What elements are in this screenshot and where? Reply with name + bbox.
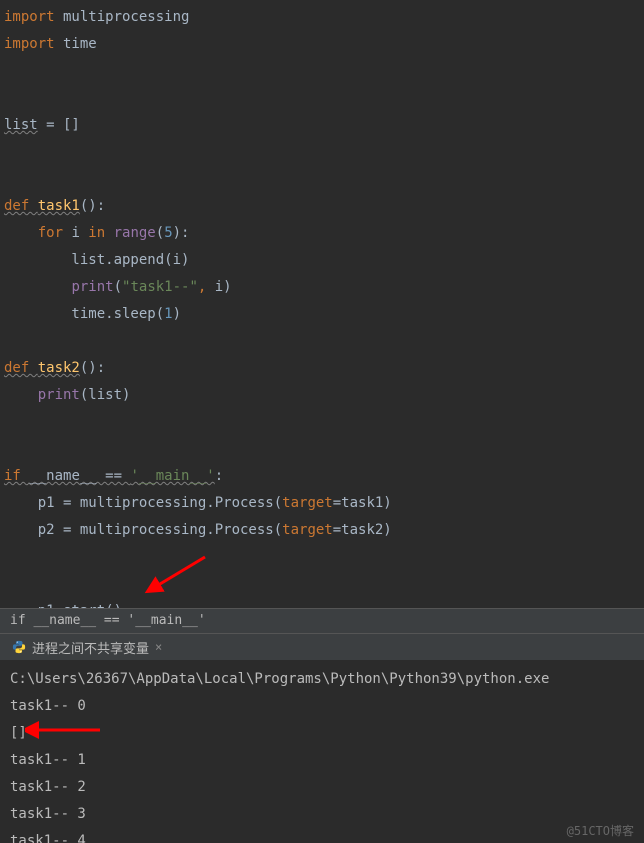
code-token: list bbox=[4, 112, 38, 139]
code-token: multiprocessing bbox=[55, 4, 190, 31]
code-line[interactable] bbox=[0, 328, 644, 355]
code-token: (list) bbox=[80, 382, 131, 409]
console-line: [] bbox=[10, 720, 634, 747]
code-token: i) bbox=[215, 274, 232, 301]
breadcrumb-text: if __name__ == '__main__' bbox=[10, 613, 206, 628]
code-line[interactable]: list = [] bbox=[0, 112, 644, 139]
code-line[interactable]: import time bbox=[0, 31, 644, 58]
code-token: = [] bbox=[38, 112, 80, 139]
code-token: range bbox=[114, 220, 156, 247]
code-token: in bbox=[88, 220, 113, 247]
code-line[interactable] bbox=[0, 85, 644, 112]
code-token: : bbox=[215, 463, 223, 490]
code-token: ( bbox=[114, 274, 122, 301]
code-line[interactable] bbox=[0, 58, 644, 85]
console-line: task1-- 2 bbox=[10, 774, 634, 801]
console-tab-bar: 进程之间不共享变量 × bbox=[0, 634, 644, 660]
console-line: C:\Users\26367\AppData\Local\Programs\Py… bbox=[10, 666, 634, 693]
code-line[interactable]: list.append(i) bbox=[0, 247, 644, 274]
code-token: import bbox=[4, 31, 55, 58]
code-token: "task1--" bbox=[122, 274, 198, 301]
code-token: ): bbox=[173, 220, 190, 247]
code-token: p2 = multiprocessing.Process( bbox=[4, 517, 282, 544]
code-token: =task1) bbox=[333, 490, 392, 517]
code-token: 5 bbox=[164, 220, 172, 247]
code-line[interactable] bbox=[0, 571, 644, 598]
console-line: task1-- 4 bbox=[10, 828, 634, 843]
code-line[interactable]: if __name__ == '__main__': bbox=[0, 463, 644, 490]
code-token bbox=[4, 382, 38, 409]
python-icon bbox=[12, 640, 26, 654]
code-token: i bbox=[71, 220, 88, 247]
code-token: target bbox=[282, 490, 333, 517]
code-token: p1 = multiprocessing.Process( bbox=[4, 490, 282, 517]
breadcrumb[interactable]: if __name__ == '__main__' bbox=[0, 608, 644, 634]
code-line[interactable] bbox=[0, 409, 644, 436]
code-token: '__main__' bbox=[130, 463, 214, 490]
code-line[interactable] bbox=[0, 166, 644, 193]
code-line[interactable]: def task1(): bbox=[0, 193, 644, 220]
code-line[interactable]: time.sleep(1) bbox=[0, 301, 644, 328]
code-token: (): bbox=[80, 355, 105, 382]
code-line[interactable]: for i in range(5): bbox=[0, 220, 644, 247]
code-token bbox=[4, 274, 71, 301]
code-line[interactable]: p1.start() bbox=[0, 598, 644, 608]
code-line[interactable]: print("task1--", i) bbox=[0, 274, 644, 301]
code-line[interactable]: import multiprocessing bbox=[0, 4, 644, 31]
code-token: print bbox=[71, 274, 113, 301]
code-token: task1 bbox=[38, 193, 80, 220]
code-token: __name__ == bbox=[29, 463, 130, 490]
console-line: task1-- 0 bbox=[10, 693, 634, 720]
code-line[interactable]: print(list) bbox=[0, 382, 644, 409]
code-token: import bbox=[4, 4, 55, 31]
code-token: target bbox=[282, 517, 333, 544]
code-token: def bbox=[4, 355, 38, 382]
code-line[interactable] bbox=[0, 139, 644, 166]
code-token: time bbox=[55, 31, 97, 58]
code-token: if bbox=[4, 463, 29, 490]
code-token: 1 bbox=[164, 301, 172, 328]
console-output[interactable]: C:\Users\26367\AppData\Local\Programs\Py… bbox=[0, 660, 644, 843]
code-line[interactable]: p1 = multiprocessing.Process(target=task… bbox=[0, 490, 644, 517]
console-tab[interactable]: 进程之间不共享变量 × bbox=[6, 636, 168, 659]
code-line[interactable] bbox=[0, 544, 644, 571]
console-line: task1-- 3 bbox=[10, 801, 634, 828]
console-line: task1-- 1 bbox=[10, 747, 634, 774]
code-token: =task2) bbox=[333, 517, 392, 544]
code-line[interactable] bbox=[0, 436, 644, 463]
code-token: def bbox=[4, 193, 38, 220]
code-token: list.append(i) bbox=[4, 247, 189, 274]
tab-title: 进程之间不共享变量 bbox=[32, 638, 149, 657]
code-token: p1.start() bbox=[4, 598, 122, 608]
code-line[interactable]: def task2(): bbox=[0, 355, 644, 382]
code-token: task2 bbox=[38, 355, 80, 382]
watermark: @51CTO博客 bbox=[567, 822, 634, 839]
close-icon[interactable]: × bbox=[155, 640, 162, 654]
code-token: ) bbox=[173, 301, 181, 328]
code-token: (): bbox=[80, 193, 105, 220]
code-line[interactable]: p2 = multiprocessing.Process(target=task… bbox=[0, 517, 644, 544]
code-editor[interactable]: import multiprocessingimport time list =… bbox=[0, 0, 644, 608]
code-token: for bbox=[4, 220, 71, 247]
code-token: , bbox=[198, 274, 215, 301]
code-token: print bbox=[38, 382, 80, 409]
code-token: ( bbox=[156, 220, 164, 247]
code-token: time.sleep( bbox=[4, 301, 164, 328]
